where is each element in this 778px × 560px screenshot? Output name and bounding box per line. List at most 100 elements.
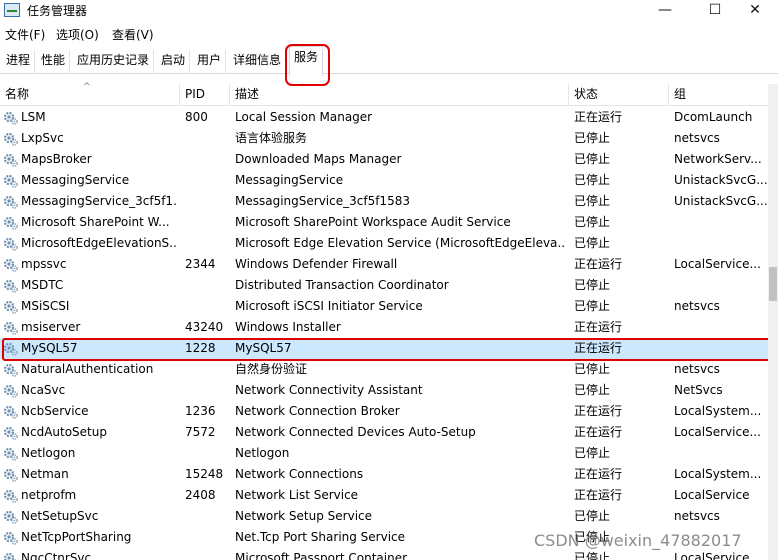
service-status: 已停止 [574,383,611,397]
service-row[interactable]: LxpSvc 语言体验服务 已停止 netsvcs [0,128,768,149]
column-name[interactable]: 名称 ^ [0,82,180,106]
service-status: 已停止 [574,173,611,187]
service-name: MSDTC [21,278,64,292]
window-title: 任务管理器 [27,4,88,18]
service-row[interactable]: NcbService 1236 Network Connection Broker 正… [0,401,768,422]
service-group: UnistackSvcG... [674,194,768,208]
service-pid: 800 [185,110,208,124]
tab-app-history[interactable]: 应用历史记录 [73,50,155,74]
service-group: LocalService... [674,257,761,271]
service-pid [180,548,228,560]
service-group: LocalService [674,488,750,502]
service-pid [180,212,228,233]
service-status: 已停止 [574,509,611,523]
service-row[interactable]: NetSetupSvc Network Setup Service 已停止 netsv… [0,506,768,527]
service-group [669,275,768,296]
service-name: LxpSvc [21,131,64,145]
column-header: 名称 ^ PID 描述 状态 组 [0,82,768,106]
service-group: NetworkServ... [674,152,762,166]
service-description: Windows Defender Firewall [235,257,398,271]
service-row[interactable]: MessagingService_3cf5f1... MessagingServi… [0,191,768,212]
service-row[interactable]: NcaSvc Network Connectivity Assistant 已停止 N… [0,380,768,401]
service-description: MessagingService_3cf5f1583 [235,194,410,208]
service-pid [180,170,228,191]
tab-details[interactable]: 详细信息 [229,50,287,74]
service-status: 已停止 [574,446,611,460]
tab-startup[interactable]: 启动 [157,50,191,74]
services-list: LSM 800 Local Session Manager 正在运行 DcomLaunc… [0,107,768,560]
tab-performance[interactable]: 性能 [37,50,71,74]
service-group: netsvcs [674,362,720,376]
service-pid: 2408 [185,488,216,502]
service-description: Distributed Transaction Coordinator [235,278,449,292]
service-group: netsvcs [674,131,720,145]
menu-view[interactable]: 查看(V) [112,26,154,43]
service-status: 已停止 [574,194,611,208]
column-group[interactable]: 组 [669,84,768,106]
service-pid: 1236 [185,404,216,418]
service-name: MapsBroker [21,152,92,166]
service-name: mpssvc [21,257,67,271]
service-group [669,443,768,464]
service-row[interactable]: MSDTC Distributed Transaction Coordinator… [0,275,768,296]
service-name: netprofm [21,488,77,502]
column-status[interactable]: 状态 [569,84,669,106]
service-status: 已停止 [574,215,611,229]
service-name: NgcCtnrSvc [21,551,92,560]
service-status: 正在运行 [574,425,623,439]
service-row[interactable]: netprofm 2408 Network List Service 正在运行 Loca… [0,485,768,506]
tab-users[interactable]: 用户 [193,50,227,74]
service-group: LocalSystem... [674,404,762,418]
column-description[interactable]: 描述 [230,84,569,106]
service-row[interactable]: NaturalAuthentication 自然身份验证 已停止 netsvcs [0,359,768,380]
minimize-button[interactable]: — [642,0,688,22]
service-pid [180,275,228,296]
service-name: Netlogon [21,446,76,460]
service-status: 已停止 [574,278,611,292]
service-row[interactable]: MessagingService MessagingService 已停止 Unist… [0,170,768,191]
service-pid [180,296,228,317]
sort-arrow-icon: ^ [83,82,91,92]
service-status: 已停止 [574,236,611,250]
vertical-scrollbar[interactable] [768,84,778,560]
service-group: LocalSystem... [674,467,762,481]
scrollbar-thumb[interactable] [769,267,777,301]
service-description: Net.Tcp Port Sharing Service [235,530,406,544]
service-row[interactable]: Microsoft SharePoint W... Microsoft Share… [0,212,768,233]
service-group: netsvcs [674,299,720,313]
service-row[interactable]: Netman 15248 Network Connections 正在运行 LocalS… [0,464,768,485]
service-row[interactable]: MapsBroker Downloaded Maps Manager 已停止 Netw… [0,149,768,170]
service-row[interactable]: MicrosoftEdgeElevationS... Microsoft Edge… [0,233,768,254]
service-description: Netlogon [235,446,290,460]
service-group [669,233,768,254]
service-group [669,212,768,233]
column-pid[interactable]: PID [180,84,230,106]
service-row[interactable]: msiserver 43240 Windows Installer 正在运行 [0,317,768,338]
service-row[interactable]: LSM 800 Local Session Manager 正在运行 DcomLaunc… [0,107,768,128]
title-bar: 任务管理器 — ☐ ✕ [0,0,778,22]
menu-file[interactable]: 文件(F) [5,26,45,43]
service-name: NetSetupSvc [21,509,99,523]
service-pid: 7572 [185,425,216,439]
row-highlight-annotation [2,338,772,361]
service-pid [180,506,228,527]
close-button[interactable]: ✕ [732,0,778,22]
service-name: MicrosoftEdgeElevationS... [21,236,176,250]
service-description: Network Connectivity Assistant [235,383,423,397]
service-description: Windows Installer [235,320,341,334]
tab-processes[interactable]: 进程 [2,50,36,74]
service-name: NcaSvc [21,383,66,397]
service-description: Network Setup Service [235,509,373,523]
service-name: NcbService [21,404,89,418]
service-status: 已停止 [574,152,611,166]
service-row[interactable]: MSiSCSI Microsoft iSCSI Initiator Service… [0,296,768,317]
service-name: Netman [21,467,69,481]
service-description: Network List Service [235,488,359,502]
service-row[interactable]: NcdAutoSetup 7572 Network Connected Device… [0,422,768,443]
menu-options[interactable]: 选项(O) [56,26,99,43]
service-name: MessagingService [21,173,130,187]
service-pid [180,191,228,212]
service-row[interactable]: Netlogon Netlogon 已停止 [0,443,768,464]
service-row[interactable]: mpssvc 2344 Windows Defender Firewall 正在运行 L… [0,254,768,275]
service-status: 正在运行 [574,404,623,418]
